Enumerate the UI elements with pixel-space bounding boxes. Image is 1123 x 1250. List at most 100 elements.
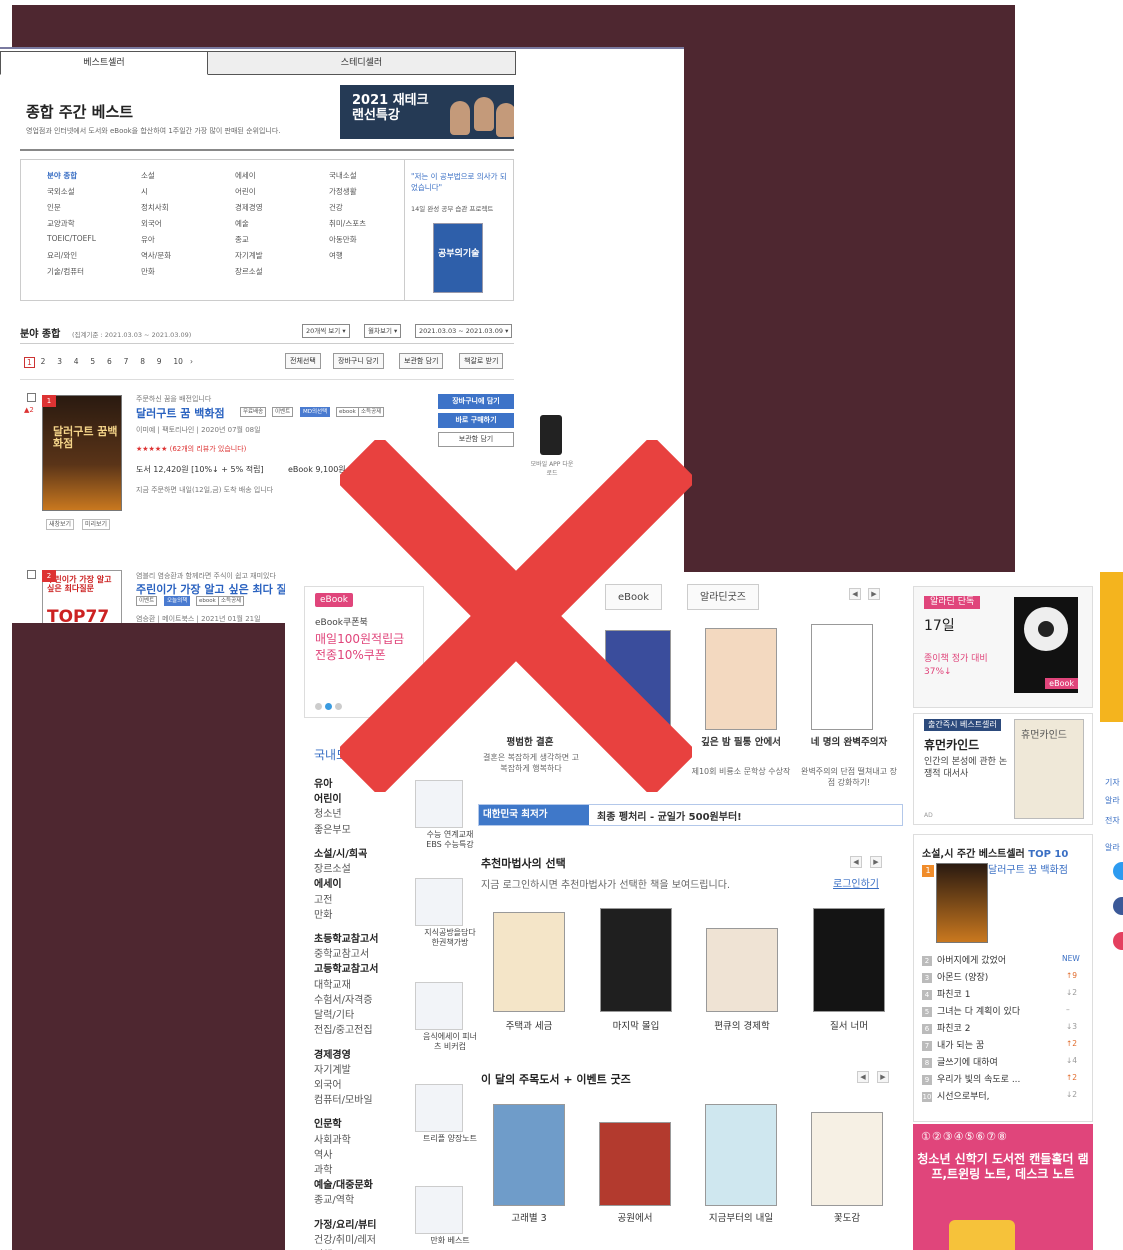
sidebar-thumb[interactable] <box>415 878 463 926</box>
category-link[interactable]: 자기계발 <box>235 250 263 261</box>
book-title[interactable]: 공원에서 <box>595 1212 675 1225</box>
sidebar-category[interactable]: 어린이 <box>314 790 342 805</box>
book-cover[interactable] <box>600 908 672 1012</box>
instagram-icon[interactable] <box>1113 932 1123 950</box>
category-link[interactable]: 건강 <box>329 202 343 213</box>
book-cover[interactable] <box>599 1122 671 1206</box>
bestseller-row[interactable]: 7 내가 되는 꿈 <box>922 1038 984 1051</box>
page-number[interactable]: 7 <box>124 357 129 366</box>
side-link[interactable]: 알라 <box>1105 795 1120 806</box>
book-cover[interactable] <box>493 912 565 1012</box>
category-link[interactable]: 정치사회 <box>141 202 169 213</box>
carousel-dot[interactable] <box>315 703 322 710</box>
sidebar-category[interactable]: 인문학 <box>314 1115 342 1130</box>
category-link[interactable]: 역사/문화 <box>141 250 171 261</box>
add-wishlist-all-button[interactable]: 보관함 담기 <box>399 353 444 369</box>
sidebar-category[interactable]: 초등학교참고서 <box>314 930 378 945</box>
sidebar-thumb[interactable] <box>415 1084 463 1132</box>
category-link[interactable]: 에세이 <box>235 170 256 181</box>
page-number[interactable]: 10 <box>173 357 183 366</box>
finance-banner[interactable]: 2021 재테크 랜선특강 <box>340 85 514 139</box>
page-number[interactable]: 1 <box>24 357 35 368</box>
buy-now-button[interactable]: 바로 구매하기 <box>438 413 514 428</box>
sidebar-category[interactable]: 유아 <box>314 775 332 790</box>
date-range-select[interactable]: 2021.03.03 ~ 2021.03.09 ▾ <box>415 324 513 338</box>
book-title[interactable]: 질서 너머 <box>809 1020 889 1033</box>
prev-arrow-icon[interactable]: ◀ <box>849 588 861 600</box>
add-to-cart-button[interactable]: 장바구니에 담기 <box>438 394 514 409</box>
preview-button[interactable]: 미리보기 <box>82 519 111 530</box>
sidebar-category[interactable]: 종교/역학 <box>314 1191 354 1206</box>
prev-arrow-icon[interactable]: ◀ <box>850 856 862 868</box>
sidebar-thumb[interactable] <box>415 982 463 1030</box>
book-cover[interactable] <box>493 1104 565 1206</box>
book-title[interactable]: 지금부터의 내일 <box>701 1212 781 1225</box>
side-link[interactable]: 전자 <box>1105 815 1120 826</box>
category-link[interactable]: 아동만화 <box>329 234 357 245</box>
page-number[interactable]: 4 <box>74 357 79 366</box>
facebook-icon[interactable] <box>1113 897 1123 915</box>
sidebar-category[interactable]: 역사 <box>314 1146 332 1161</box>
category-link[interactable]: 취미/스포츠 <box>329 218 366 229</box>
new-bestseller-box[interactable]: 출간즉시 베스트셀러 휴먼카인드 인간의 본성에 관한 논쟁적 대서사 휴먼카인… <box>913 713 1093 825</box>
tab-bestseller[interactable]: 베스트셀러 <box>0 51 208 75</box>
category-link[interactable]: 가정생활 <box>329 186 357 197</box>
select-all-button[interactable]: 전체선택 <box>285 353 321 369</box>
bestseller-row[interactable]: 3 아몬드 (양장) <box>922 970 988 983</box>
page-number[interactable]: 5 <box>90 357 95 366</box>
carousel-dot-active[interactable] <box>325 703 332 710</box>
sidebar-thumb[interactable] <box>415 1186 463 1234</box>
exclusive-ebook-box[interactable]: 알라딘 단독 17일 종이책 정가 대비 37%↓ eBook <box>913 586 1093 708</box>
book-title[interactable]: 주택과 세금 <box>489 1020 569 1033</box>
sidebar-category[interactable]: 경제경영 <box>314 1046 351 1061</box>
category-link[interactable]: 시 <box>141 186 148 197</box>
highschool-event-banner[interactable]: ①②③④⑤⑥⑦⑧ 청소년 신학기 도서전 캔들홀더 램프,트윈링 노트, 데스크… <box>913 1124 1093 1250</box>
sidebar-category[interactable]: 가정/요리/뷰티 <box>314 1216 377 1231</box>
bestseller-row[interactable]: 5 그녀는 다 계획이 있다 <box>922 1004 1020 1017</box>
bestseller-row[interactable]: 4 파친코 1 <box>922 987 970 1000</box>
category-link[interactable]: 교양과학 <box>47 218 75 229</box>
book-title[interactable]: 깊은 밤 필통 안에서 <box>691 736 791 749</box>
book-title[interactable]: 네 명의 완벽주의자 <box>799 736 899 749</box>
sidebar-category[interactable]: 만화 <box>314 906 332 921</box>
page-number[interactable]: 2 <box>41 357 46 366</box>
sidebar-category[interactable]: 달력/기타 <box>314 1006 354 1021</box>
bestseller-row[interactable]: 2 아버지에게 갔었어 <box>922 953 1006 966</box>
add-cart-all-button[interactable]: 장바구니 담기 <box>333 353 384 369</box>
sidebar-category[interactable]: 건강/취미/레저 <box>314 1231 376 1246</box>
book-title-link[interactable]: 주린이가 가장 알고 싶은 최다 질문 <box>136 581 297 597</box>
book-cover[interactable]: 달러구트 꿈백화점 <box>42 395 122 511</box>
category-link[interactable]: 기술/컴퓨터 <box>47 266 84 277</box>
category-link[interactable]: 종교 <box>235 234 249 245</box>
sidebar-category[interactable]: 전집/중고전집 <box>314 1021 373 1036</box>
bookmark-button[interactable]: 책갈로 받기 <box>459 353 504 369</box>
login-link[interactable]: 로그인하기 <box>833 875 879 890</box>
category-link[interactable]: 경제경영 <box>235 202 263 213</box>
category-link[interactable]: 유아 <box>141 234 155 245</box>
bestseller-row[interactable]: 6 파친코 2 <box>922 1021 970 1034</box>
category-link[interactable]: TOEIC/TOEFL <box>47 234 96 243</box>
sidebar-category[interactable]: 여행 <box>314 1246 332 1250</box>
category-link[interactable]: 외국어 <box>141 218 162 229</box>
category-link[interactable]: 여행 <box>329 250 343 261</box>
category-link[interactable]: 국외소설 <box>47 186 75 197</box>
bestseller-row[interactable]: 10 시선으로부터, <box>922 1089 990 1102</box>
sidebar-category[interactable]: 자기계발 <box>314 1061 351 1076</box>
side-link[interactable]: 기자 <box>1105 777 1120 788</box>
book-cover[interactable] <box>705 1104 777 1206</box>
category-link[interactable]: 인문 <box>47 202 61 213</box>
category-link[interactable]: 어린이 <box>235 186 256 197</box>
sidebar-category[interactable]: 예술/대중문화 <box>314 1176 373 1191</box>
sidebar-category[interactable]: 장르소설 <box>314 860 351 875</box>
category-link[interactable]: 분야 종합 <box>47 170 77 181</box>
period-select[interactable]: 월차보기 ▾ <box>364 324 402 338</box>
book-cover[interactable] <box>813 908 885 1012</box>
book-title-link[interactable]: 달러구트 꿈 백화점 <box>136 405 225 421</box>
book-cover[interactable] <box>811 624 873 730</box>
category-link[interactable]: 만화 <box>141 266 155 277</box>
bestseller-row[interactable]: 8 글쓰기에 대하여 <box>922 1055 998 1068</box>
sidebar-category[interactable]: 청소년 <box>314 805 342 820</box>
sidebar-category[interactable]: 사회과학 <box>314 1131 351 1146</box>
book-title[interactable]: 꽃도감 <box>807 1212 887 1225</box>
category-link[interactable]: 국내소설 <box>329 170 357 181</box>
